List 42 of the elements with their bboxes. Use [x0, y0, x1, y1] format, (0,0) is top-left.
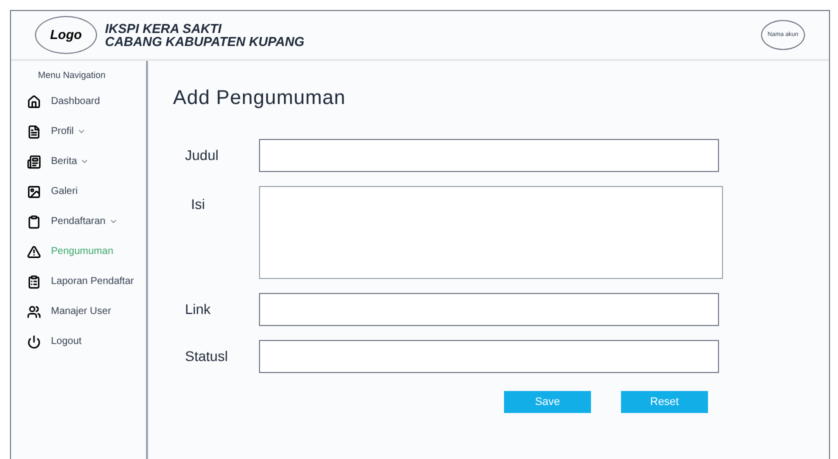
sidebar-item[interactable]: Galeri	[27, 180, 146, 202]
chevron-down-icon	[76, 127, 86, 136]
logo: Logo	[35, 16, 97, 54]
sidebar-label: Laporan Pendaftar	[51, 275, 134, 289]
page-title: Add Pengumuman	[173, 86, 347, 111]
newspaper-icon	[27, 154, 41, 168]
site-title: CABANG KABUPATEN KUPANG	[105, 35, 304, 48]
field-label: Statusl	[184, 347, 229, 366]
site-title: IKSPI KERA SAKTI	[105, 22, 223, 35]
sidebar-label: Profil	[51, 125, 74, 139]
field-label: Isi	[190, 195, 206, 214]
chevron-down-icon	[80, 157, 90, 166]
chevron-down-icon	[108, 217, 118, 226]
field-label: Judul	[184, 146, 220, 165]
warning-icon	[27, 244, 41, 258]
sidebar-label: Galeri	[51, 185, 78, 199]
content-textarea[interactable]	[259, 186, 723, 279]
sidebar-item[interactable]: Logout	[27, 330, 146, 352]
power-icon	[27, 334, 41, 348]
input-field[interactable]	[259, 293, 719, 326]
users-icon	[27, 304, 41, 318]
sidebar-item[interactable]: Laporan Pendaftar	[27, 270, 146, 292]
image-icon	[27, 184, 41, 198]
document-icon	[27, 124, 41, 138]
input-field[interactable]	[259, 340, 719, 373]
field-label: Link	[184, 300, 212, 319]
sidebar-item[interactable]: Manajer User	[27, 300, 146, 322]
sidebar-label: Pendaftaran	[51, 215, 106, 229]
sidebar-item[interactable]: Profil	[27, 120, 146, 142]
sidebar-label: Logout	[51, 335, 82, 349]
sidebar-heading: Menu Navigation	[37, 69, 107, 82]
clipboard-list-icon	[27, 274, 41, 288]
home-icon	[27, 94, 41, 108]
sidebar-item[interactable]: Berita	[27, 150, 146, 172]
sidebar-label: Dashboard	[51, 95, 100, 109]
input-field[interactable]	[259, 139, 719, 172]
sidebar-label: Pengumuman	[51, 245, 114, 259]
sidebar-label: Berita	[51, 155, 78, 169]
clipboard-icon	[27, 214, 41, 228]
sidebar-item[interactable]: Pendaftaran	[27, 210, 146, 232]
sidebar-label: Manajer User	[51, 305, 112, 319]
sidebar-item[interactable]: Dashboard	[27, 90, 146, 112]
